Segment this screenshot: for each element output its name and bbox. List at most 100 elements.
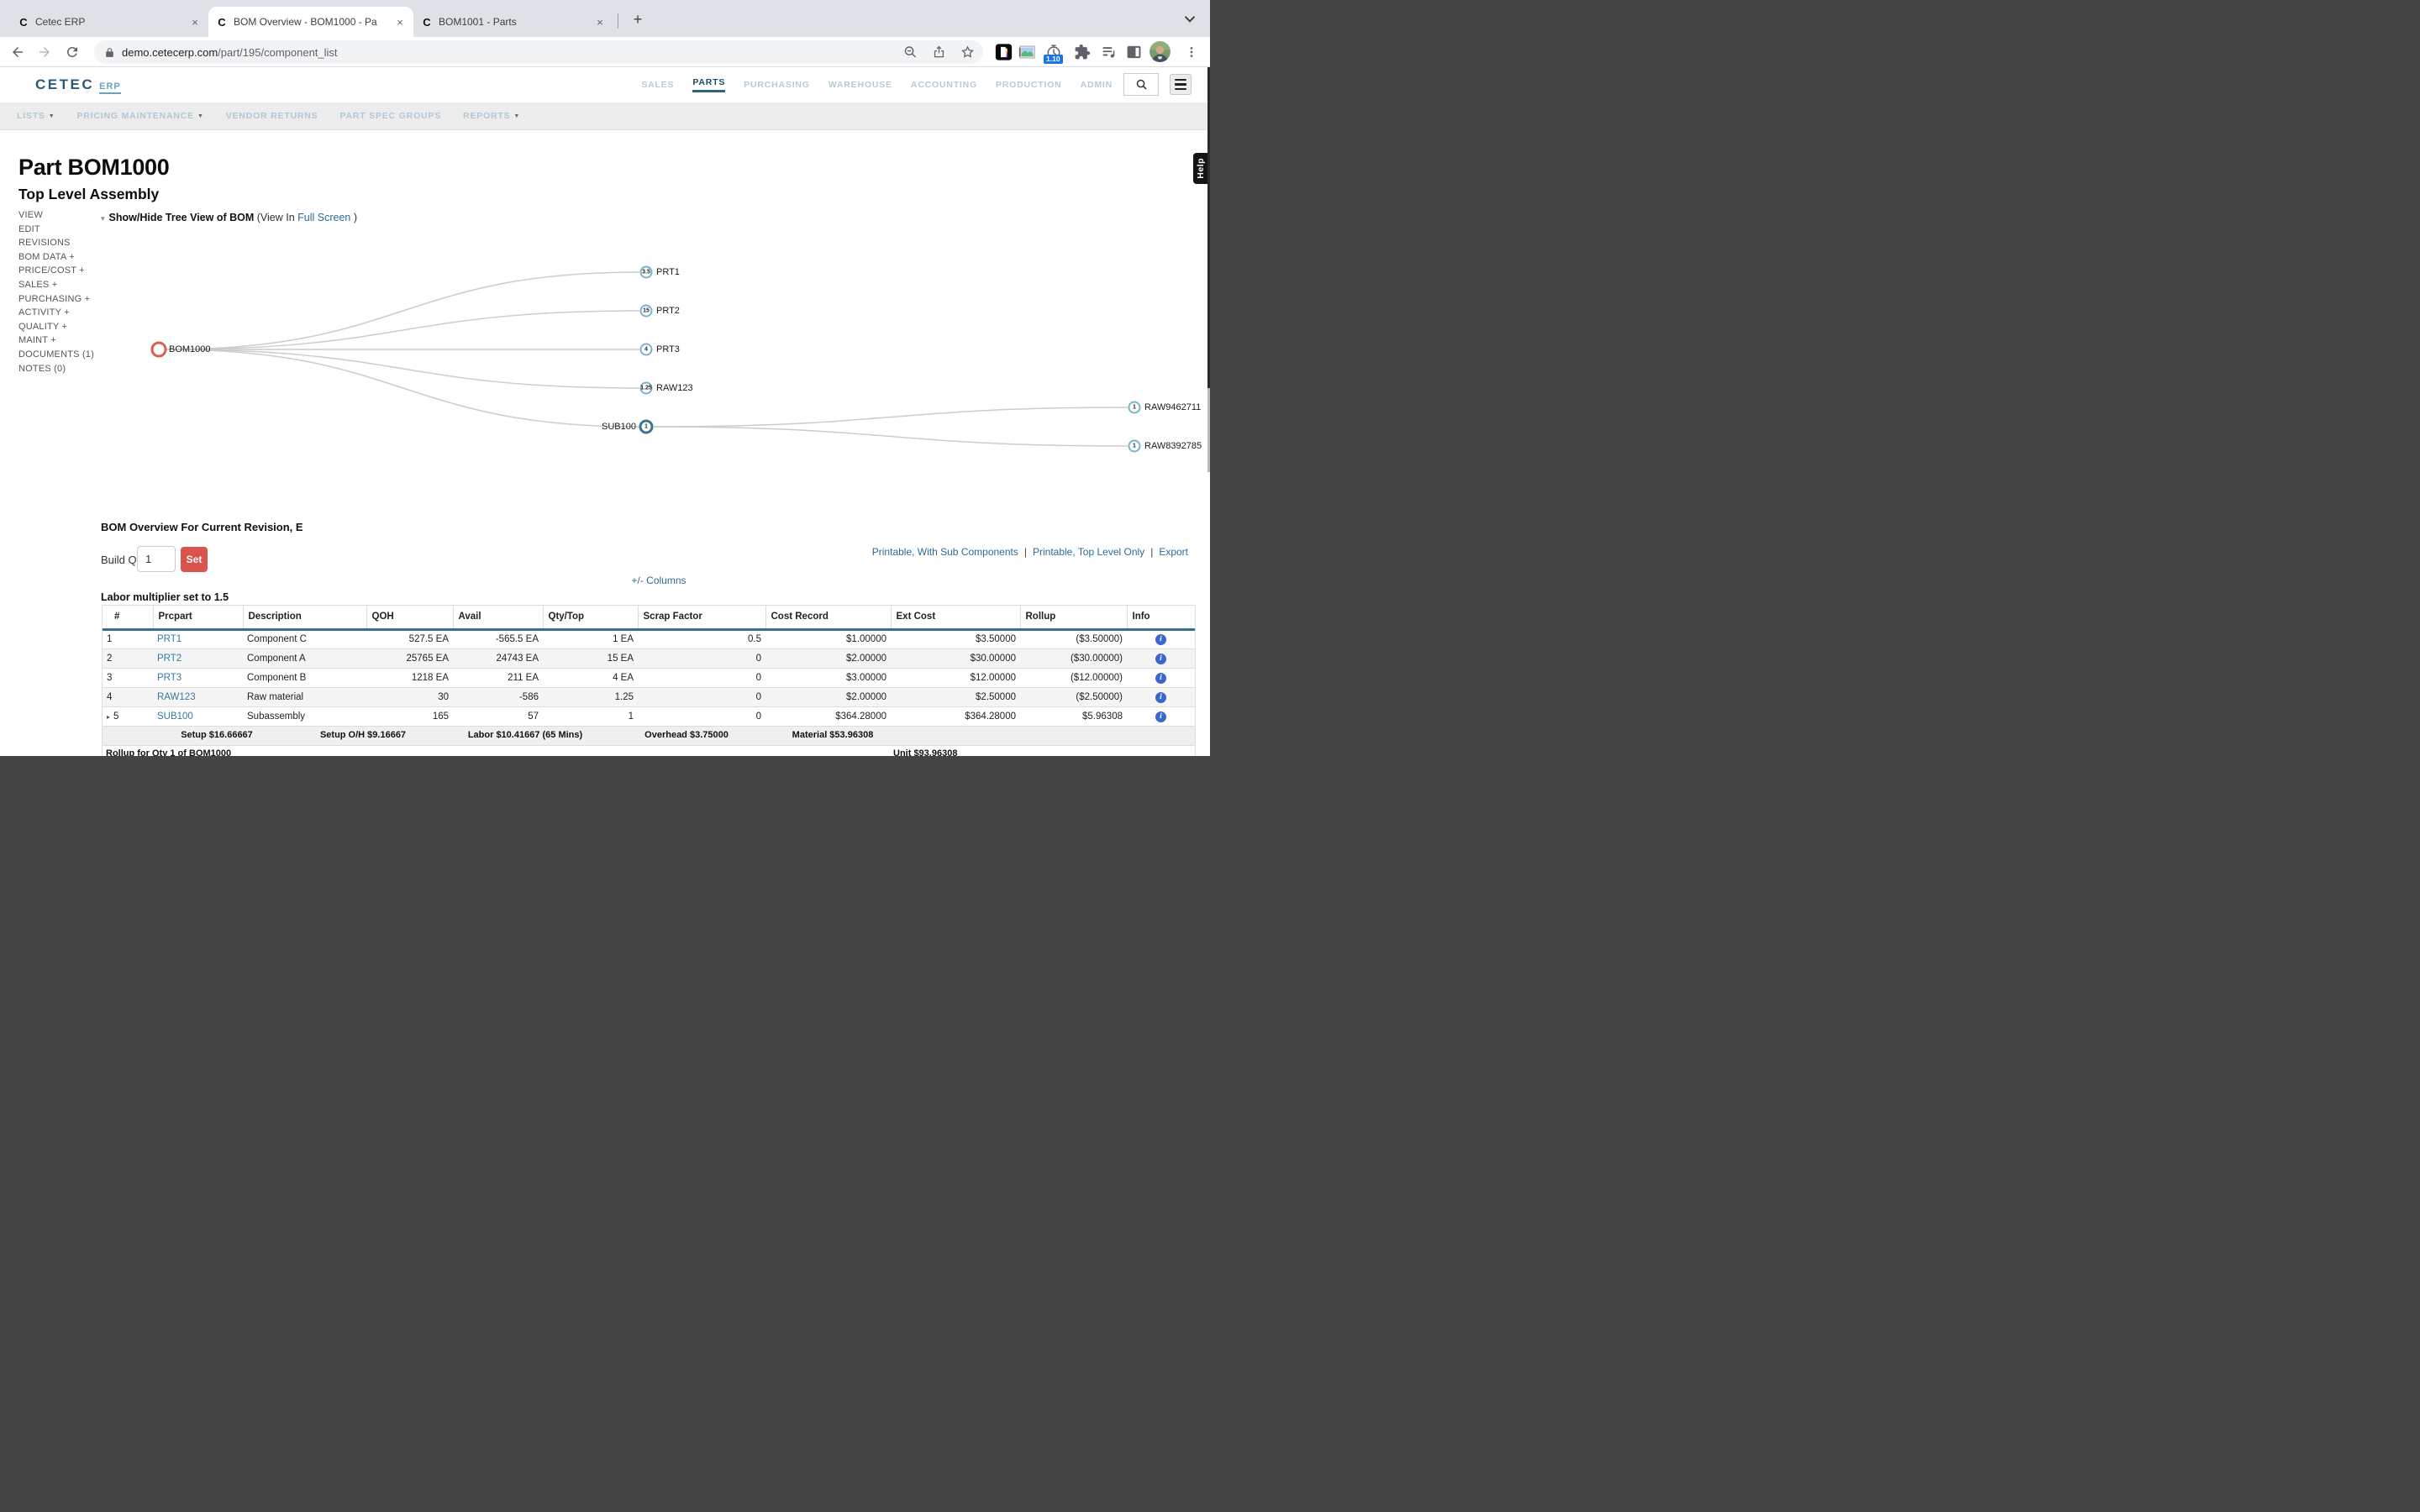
tree-toggle-pre: (View In	[257, 212, 295, 223]
link-printable-top-level-only[interactable]: Printable, Top Level Only	[1033, 546, 1144, 558]
tree-node-circle[interactable]: 15	[640, 305, 653, 318]
subnav-vendor-returns[interactable]: VENDOR RETURNS	[226, 111, 318, 121]
share-icon[interactable]	[932, 45, 946, 60]
cetec-favicon-icon: C	[420, 15, 434, 29]
subnav-reports[interactable]: REPORTS▼	[463, 111, 520, 121]
tree-node-circle[interactable]: 4	[640, 344, 653, 356]
tree-node-circle[interactable]	[151, 342, 167, 358]
docs-extension-icon[interactable]	[995, 43, 1013, 60]
cell-info: i	[1127, 648, 1195, 668]
help-tab[interactable]: Help	[1193, 153, 1207, 184]
tree-node-circle[interactable]: 3.5	[640, 266, 653, 279]
prcpart-link-prt3[interactable]: PRT3	[157, 673, 182, 683]
subnav-pricing-maintenance[interactable]: PRICING MAINTENANCE▼	[77, 111, 204, 121]
nav-purchasing[interactable]: PURCHASING	[744, 80, 810, 90]
cell-scrap-factor: 0.5	[638, 629, 765, 648]
section-title: Top Level Assembly	[18, 186, 159, 203]
nav-accounting[interactable]: ACCOUNTING	[911, 80, 977, 90]
side-menu-view[interactable]: VIEW	[18, 208, 94, 223]
cell-avail: 211 EA	[453, 668, 543, 687]
zoom-out-icon[interactable]	[903, 45, 918, 60]
hamburger-menu-icon[interactable]	[1170, 74, 1192, 95]
cell-qty-top: 1.25	[543, 687, 638, 706]
build-qty-input[interactable]	[137, 546, 176, 572]
tab-close-icon[interactable]: ×	[593, 15, 607, 29]
cetec-favicon-icon: C	[17, 15, 30, 29]
tab-2[interactable]: C BOM Overview - BOM1000 - Pa ×	[208, 7, 413, 37]
columns-toggle-link[interactable]: +/- Columns	[631, 575, 686, 586]
profile-avatar[interactable]	[1150, 41, 1171, 62]
forward-icon[interactable]	[37, 45, 52, 60]
cell-ext-cost: $2.50000	[891, 687, 1020, 706]
kebab-menu-icon[interactable]	[1185, 45, 1198, 60]
col-header-description: Description	[243, 606, 366, 629]
info-icon[interactable]: i	[1155, 634, 1166, 645]
tree-node-label: RAW9462711	[1144, 402, 1201, 412]
info-icon[interactable]: i	[1155, 711, 1166, 722]
cell-scrap-factor: 0	[638, 687, 765, 706]
nav-sales[interactable]: SALES	[641, 80, 674, 90]
cell-scrap-factor: 0	[638, 668, 765, 687]
extensions-puzzle-icon[interactable]	[1074, 44, 1091, 60]
cell-qty-top: 15 EA	[543, 648, 638, 668]
subnav-lists[interactable]: LISTS▼	[17, 111, 55, 121]
dropdown-caret-icon: ▼	[513, 113, 520, 119]
search-button[interactable]	[1123, 73, 1159, 96]
tree-node-circle[interactable]: 1	[639, 420, 654, 434]
url-bar[interactable]: demo.cetecerp.com/part/195/component_lis…	[94, 40, 983, 64]
url-domain: demo.cetecerp.com	[122, 46, 218, 59]
labor-multiplier-note: Labor multiplier set to 1.5	[101, 591, 229, 603]
logo-secondary: ERP	[99, 81, 121, 94]
set-button[interactable]: Set	[181, 547, 208, 572]
subnav-part-spec-groups[interactable]: PART SPEC GROUPS	[339, 111, 441, 121]
col-header-avail: Avail	[453, 606, 543, 629]
tab-close-icon[interactable]: ×	[188, 15, 202, 29]
prcpart-link-sub100[interactable]: SUB100	[157, 711, 193, 722]
cell-prcpart: RAW123	[153, 687, 243, 706]
expand-caret-icon[interactable]: ▸	[107, 713, 110, 721]
reload-icon[interactable]	[65, 45, 80, 60]
nav-production[interactable]: PRODUCTION	[996, 80, 1062, 90]
tree-view-toggle[interactable]: ▾Show/Hide Tree View of BOM (View In Ful…	[101, 212, 357, 223]
total-material: Material $53.96308	[792, 730, 874, 740]
cetec-favicon-icon: C	[215, 15, 229, 29]
tab-title: BOM Overview - BOM1000 - Pa	[234, 16, 388, 28]
scrollbar-thumb[interactable]	[1207, 67, 1210, 388]
col-header-qty-top: Qty/Top	[543, 606, 638, 629]
tab-close-icon[interactable]: ×	[393, 15, 407, 29]
rollup-unit-total: Unit $93.96308	[893, 748, 957, 757]
tab-1[interactable]: CCetec ERP×	[10, 7, 208, 37]
link-export[interactable]: Export	[1159, 546, 1188, 558]
new-tab-button[interactable]: +	[629, 10, 647, 29]
full-screen-link[interactable]: Full Screen	[297, 212, 350, 223]
tree-node-circle[interactable]: 1	[1128, 402, 1141, 414]
cell-cost-record: $364.28000	[765, 706, 891, 726]
cetec-logo[interactable]: CETEC ERP	[35, 76, 121, 94]
prcpart-link-prt2[interactable]: PRT2	[157, 654, 182, 664]
tree-node-circle[interactable]: 1.25	[640, 382, 653, 395]
back-icon[interactable]	[10, 45, 25, 60]
tab-search-chevron-icon[interactable]	[1181, 10, 1198, 27]
bom-tree-view: BOM10003.5PRT115PRT24PRT31.25RAW1231SUB1…	[0, 225, 1210, 538]
col-header-prcpart: Prcpart	[153, 606, 243, 629]
tree-node-circle[interactable]: 1	[1128, 440, 1141, 453]
screenshot-extension-icon[interactable]	[1018, 43, 1036, 60]
tree-node-label: PRT1	[656, 267, 680, 277]
info-icon[interactable]: i	[1155, 654, 1166, 664]
cell-cost-record: $2.00000	[765, 687, 891, 706]
prcpart-link-raw123[interactable]: RAW123	[157, 692, 196, 702]
nav-parts[interactable]: PARTS	[692, 77, 725, 92]
tab-3[interactable]: CBOM1001 - Parts×	[413, 7, 613, 37]
info-icon[interactable]: i	[1155, 692, 1166, 703]
playlist-extension-icon[interactable]	[1101, 44, 1118, 60]
cell-qoh: 1218 EA	[366, 668, 453, 687]
link-printable-with-sub-components[interactable]: Printable, With Sub Components	[872, 546, 1018, 558]
nav-warehouse[interactable]: WAREHOUSE	[829, 80, 892, 90]
prcpart-link-prt1[interactable]: PRT1	[157, 634, 182, 644]
cell-prcpart: PRT3	[153, 668, 243, 687]
bookmark-star-icon[interactable]	[960, 45, 975, 60]
parts-subnav: LISTS▼ PRICING MAINTENANCE▼ VENDOR RETURNS…	[0, 102, 1210, 130]
nav-admin[interactable]: ADMIN	[1081, 80, 1113, 90]
side-panel-icon[interactable]	[1126, 44, 1142, 60]
info-icon[interactable]: i	[1155, 673, 1166, 684]
